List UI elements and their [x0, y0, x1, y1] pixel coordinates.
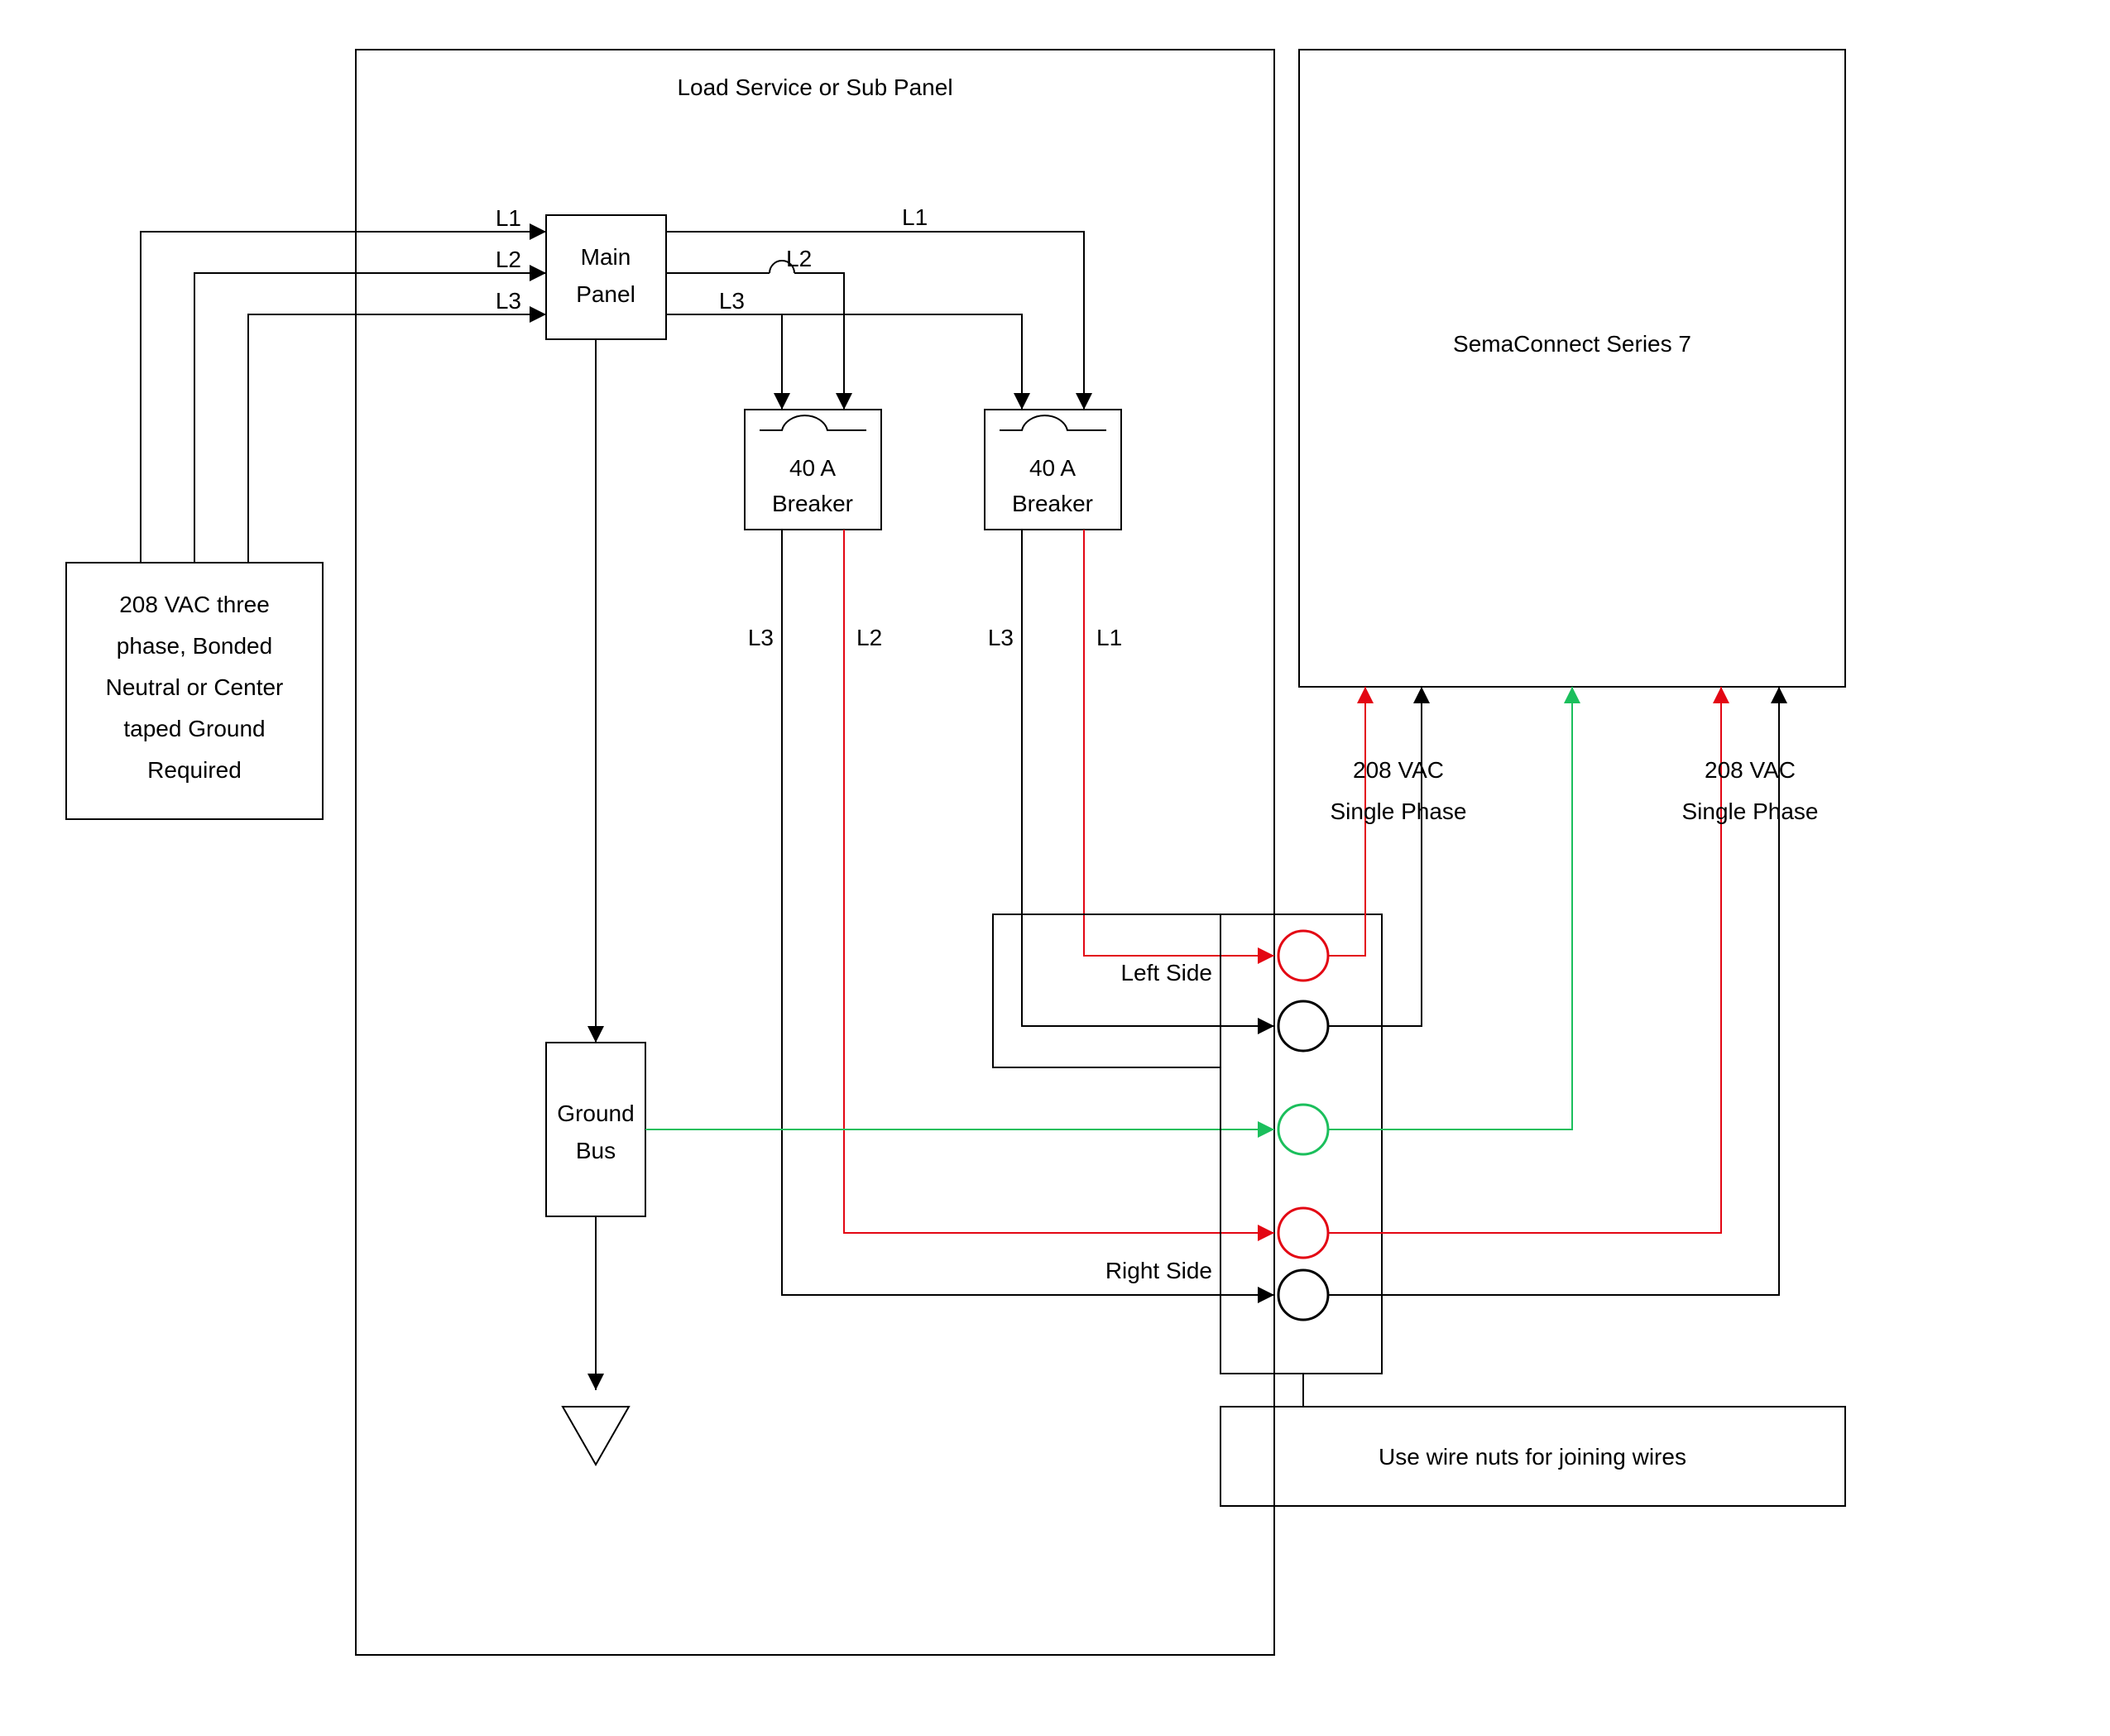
arrow [1076, 393, 1092, 410]
right-side-label: Right Side [1105, 1258, 1212, 1283]
lbl-brB-l3: L3 [988, 625, 1014, 650]
device-label: SemaConnect Series 7 [1453, 331, 1691, 357]
breaker-a-symbol-icon [760, 415, 866, 430]
arrow [530, 306, 546, 323]
breaker-a-l1: 40 A [789, 455, 836, 481]
main-panel-l2: Panel [576, 281, 635, 307]
wiring-diagram: Load Service or Sub Panel 208 VAC three … [0, 0, 2110, 1736]
lbl-brA-l2: L2 [856, 625, 882, 650]
main-panel-l1: Main [581, 244, 631, 270]
arrow [1258, 1225, 1274, 1241]
wire-brB-l3 [1022, 530, 1274, 1026]
wire-nut-red-1 [1278, 931, 1328, 981]
lbl-l2-in: L2 [496, 247, 521, 272]
arrow [836, 393, 852, 410]
ground-bus-l2: Bus [576, 1138, 616, 1163]
panel-box [356, 50, 1274, 1655]
wire-mp-l3-b [782, 314, 1022, 410]
wire-src-l1 [141, 232, 546, 563]
arrow [774, 393, 790, 410]
arrow [530, 265, 546, 281]
left-side-box [993, 914, 1220, 1067]
main-panel-box [546, 215, 666, 339]
phase-b-l1: 208 VAC [1705, 757, 1796, 783]
wire-nut-green [1278, 1105, 1328, 1154]
wire-nut-red-2 [1278, 1208, 1328, 1258]
lbl-l3-in: L3 [496, 288, 521, 314]
arrow [1713, 687, 1729, 703]
breaker-b-l2: Breaker [1012, 491, 1093, 516]
device-box [1299, 50, 1845, 687]
panel-title: Load Service or Sub Panel [677, 74, 952, 100]
arrow [1258, 1287, 1274, 1303]
breaker-b-l1: 40 A [1029, 455, 1076, 481]
source-l1: 208 VAC three [119, 592, 270, 617]
lbl-l2-a: L2 [786, 246, 812, 271]
wire-dev-black1 [1328, 687, 1422, 1026]
wire-mp-l3-a [666, 314, 782, 410]
wire-nut-black-2 [1278, 1270, 1328, 1320]
wire-mp-l2-a-seg2 [794, 273, 844, 410]
wire-src-l2 [194, 273, 546, 563]
arrow [1413, 687, 1430, 703]
wire-brB-l1 [1084, 530, 1274, 956]
breaker-a-l2: Breaker [772, 491, 853, 516]
arrow [587, 1026, 604, 1043]
arrow [1014, 393, 1030, 410]
lbl-l3-a: L3 [719, 288, 745, 314]
lbl-brB-l1: L1 [1096, 625, 1122, 650]
lbl-brA-l3: L3 [748, 625, 774, 650]
arrow [1258, 947, 1274, 964]
wire-src-l3 [248, 314, 546, 563]
note-text: Use wire nuts for joining wires [1379, 1444, 1686, 1470]
arrow [530, 223, 546, 240]
wire-nut-black-1 [1278, 1001, 1328, 1051]
arrow [1357, 687, 1374, 703]
source-l4: taped Ground [123, 716, 265, 741]
source-l3: Neutral or Center [106, 674, 284, 700]
left-side-label: Left Side [1120, 960, 1212, 985]
arrow [587, 1374, 604, 1390]
lbl-l1-in: L1 [496, 205, 521, 231]
wire-brA-l2 [844, 530, 1274, 1233]
arrow [1564, 687, 1580, 703]
phase-b-l2: Single Phase [1681, 798, 1818, 824]
ground-bus-l1: Ground [557, 1101, 634, 1126]
phase-a-l1: 208 VAC [1353, 757, 1444, 783]
arrow [1771, 687, 1787, 703]
breaker-b-symbol-icon [1000, 415, 1106, 430]
arrow [1258, 1121, 1274, 1138]
ground-bus-box [546, 1043, 645, 1216]
arrow [1258, 1018, 1274, 1034]
lbl-l1-b: L1 [902, 204, 928, 230]
wire-nut-block [1220, 914, 1382, 1374]
ground-symbol-icon [563, 1407, 629, 1465]
phase-a-l2: Single Phase [1330, 798, 1466, 824]
source-l2: phase, Bonded [117, 633, 272, 659]
source-l5: Required [147, 757, 242, 783]
